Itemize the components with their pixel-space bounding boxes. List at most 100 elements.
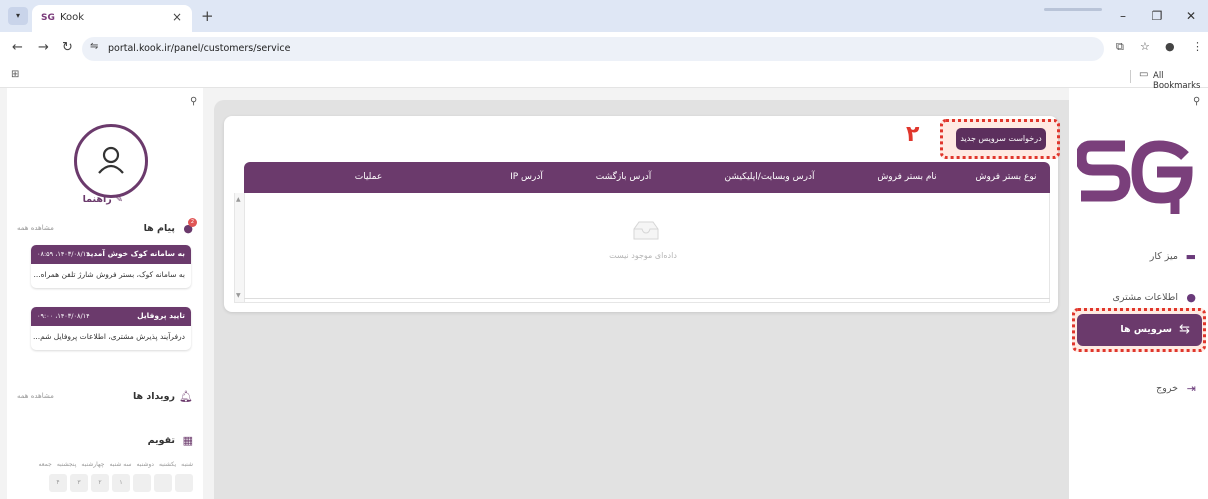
- back-icon[interactable]: ←: [12, 40, 23, 55]
- nav-item-logout[interactable]: ⇥ خروج: [1069, 374, 1208, 404]
- minimize-icon[interactable]: –: [1106, 0, 1140, 32]
- message-card[interactable]: تایید پروفایل ۱۴۰۳/۰۸/۱۴، ۰۹:۰۰ درفرآیند…: [31, 307, 191, 350]
- main-panel: ۲ درخواست سرویس جدید نوع بستر فروش نام ب…: [214, 100, 1069, 499]
- kook-logo: [1077, 140, 1193, 214]
- messages-header: ● 2 پیام ها مشاهده همه: [17, 218, 197, 238]
- weekday-label: یکشنبه: [158, 461, 177, 468]
- calendar-row: ۱ ۲ ۳ ۴: [49, 474, 193, 492]
- messages-see-all[interactable]: مشاهده همه: [17, 224, 54, 232]
- menu-dots-icon[interactable]: ⋮: [1192, 40, 1203, 53]
- browser-tab[interactable]: SG Kook ×: [32, 5, 192, 32]
- reload-icon[interactable]: ↻: [62, 40, 73, 55]
- weekday-label: چهارشنبه: [81, 461, 105, 468]
- close-icon[interactable]: ×: [172, 10, 182, 24]
- events-header: 🔔︎ رویداد ها مشاهده همه: [17, 390, 193, 406]
- weekday-label: جمعه: [38, 461, 52, 468]
- message-title: تایید پروفایل: [137, 311, 185, 320]
- site-info-icon[interactable]: ⇋: [90, 41, 98, 52]
- nav-item-dashboard[interactable]: ▬ میز کار: [1069, 242, 1208, 272]
- message-date: ۱۴۰۳/۰۸/۱۴، ۰۹:۰۰: [37, 312, 90, 320]
- events-see-all[interactable]: مشاهده همه: [17, 392, 54, 400]
- column-header[interactable]: آدرس بازگشت: [560, 162, 687, 193]
- calendar-icon: ▦: [182, 434, 193, 447]
- weekday-label: پنجشنبه: [56, 461, 77, 468]
- weekday-label: سه شنبه: [109, 461, 132, 468]
- messages-title: پیام ها: [143, 223, 175, 234]
- column-header[interactable]: آدرس وبسایت/اپلیکیشن: [687, 162, 852, 193]
- tab-menu-icon[interactable]: ▾: [8, 7, 28, 25]
- column-header[interactable]: آدرس IP: [493, 162, 560, 193]
- column-header[interactable]: نوع بستر فروش: [962, 162, 1050, 193]
- nav-label: اطلاعات مشتری: [1112, 292, 1178, 303]
- browser-tabbar: ▾ SG Kook × + – ❐ ✕: [0, 0, 1208, 32]
- logout-icon: ⇥: [1186, 382, 1196, 395]
- column-header[interactable]: نام بستر فروش: [852, 162, 962, 193]
- user-icon: [98, 146, 124, 174]
- dashboard-icon: ▬: [1185, 250, 1196, 263]
- events-title: رویداد ها: [132, 391, 175, 402]
- avatar[interactable]: [74, 124, 148, 198]
- chat-icon: ● 2: [183, 218, 197, 235]
- bell-icon: 🔔︎: [179, 390, 193, 403]
- message-body: درفرآیند پذیرش مشتری، اطلاعات پروفایل شم…: [32, 332, 185, 341]
- window-close-icon[interactable]: ✕: [1174, 0, 1208, 32]
- calendar-weekdays: شنبه یکشنبه دوشنبه سه شنبه چهارشنبه پنجش…: [39, 461, 193, 468]
- empty-state-text: داده‌ای موجود نیست: [609, 251, 677, 260]
- page: ⚲ ▬ میز کار ● اطلاعات مشتری ⇆ سرویس ها ⇥…: [0, 88, 1208, 499]
- calendar-day[interactable]: ۲: [91, 474, 109, 492]
- calendar-day[interactable]: ۱: [112, 474, 130, 492]
- tab-strip-indicator: [1044, 8, 1102, 11]
- empty-box-icon: [633, 221, 659, 240]
- calendar-day[interactable]: [133, 474, 151, 492]
- calendar-day[interactable]: [175, 474, 193, 492]
- calendar-day[interactable]: ۴: [49, 474, 67, 492]
- forward-icon[interactable]: →: [38, 40, 49, 55]
- cast-icon[interactable]: ⧉: [1116, 40, 1124, 54]
- guide-link[interactable]: ✎ راهنما: [83, 194, 123, 205]
- nav-label: خروج: [1156, 383, 1178, 394]
- browser-toolbar: ← → ↻ ⇋ portal.kook.ir/panel/customers/s…: [0, 32, 1208, 66]
- restore-icon[interactable]: ❐: [1140, 0, 1174, 32]
- calendar-header: ▦ تقویم: [17, 434, 193, 450]
- address-bar[interactable]: ⇋ portal.kook.ir/panel/customers/service: [82, 37, 1104, 61]
- nav-label: میز کار: [1149, 251, 1178, 262]
- table-scrollbar[interactable]: ▲ ▼: [235, 193, 245, 302]
- right-sidebar: ⚲ ▬ میز کار ● اطلاعات مشتری ⇆ سرویس ها ⇥…: [1069, 88, 1208, 499]
- star-icon[interactable]: ☆: [1140, 40, 1150, 53]
- table-header: نوع بستر فروش نام بستر فروش آدرس وبسایت/…: [244, 162, 1050, 193]
- new-service-request-button[interactable]: درخواست سرویس جدید: [956, 128, 1046, 150]
- calendar-day[interactable]: [154, 474, 172, 492]
- message-date: ۱۴۰۳/۰۸/۱۴، ۰۸:۵۹: [37, 250, 90, 258]
- pin-icon[interactable]: ⚲: [1193, 96, 1200, 107]
- message-card[interactable]: به سامانه کوک خوش آمدید ۱۴۰۳/۰۸/۱۴، ۰۸:۵…: [31, 245, 191, 288]
- extension-icon[interactable]: ●: [1165, 40, 1175, 53]
- url-text: portal.kook.ir/panel/customers/service: [108, 43, 291, 54]
- scroll-down-icon[interactable]: ▼: [236, 292, 241, 299]
- apps-icon[interactable]: ⊞: [11, 69, 19, 80]
- tab-title: Kook: [60, 12, 85, 23]
- weekday-label: دوشنبه: [136, 461, 154, 468]
- window-controls: – ❐ ✕: [1106, 0, 1208, 32]
- table-footer-line: [244, 298, 1050, 299]
- guide-icon: ✎: [111, 194, 123, 205]
- services-card: ۲ درخواست سرویس جدید نوع بستر فروش نام ب…: [224, 116, 1060, 312]
- calendar-title: تقویم: [147, 435, 175, 446]
- bookmarks-bar: ⊞ ▭ All Bookmarks: [0, 66, 1208, 91]
- messages-badge: 2: [188, 218, 197, 227]
- column-header: عملیات: [354, 172, 383, 182]
- nav-label: سرویس ها: [1120, 324, 1172, 335]
- new-tab-icon[interactable]: +: [201, 7, 214, 25]
- pin-icon[interactable]: ⚲: [190, 96, 197, 107]
- service-icon: ⇆: [1179, 322, 1190, 337]
- guide-label: راهنما: [82, 194, 112, 205]
- weekday-label: شنبه: [181, 461, 193, 468]
- message-title: به سامانه کوک خوش آمدید: [86, 249, 185, 258]
- left-sidebar: ⚲ ✎ راهنما ● 2 پیام ها مشاهده همه به ساما…: [7, 88, 203, 499]
- bookmarks-separator: [1130, 70, 1131, 83]
- message-body: به سامانه کوک، بستر فروش شارژ تلفن همراه…: [33, 270, 185, 279]
- calendar-day[interactable]: ۳: [70, 474, 88, 492]
- folder-icon: ▭: [1139, 69, 1149, 80]
- scroll-up-icon[interactable]: ▲: [236, 196, 241, 203]
- table-body: ▲ ▼ داده‌ای موجود نیست: [234, 193, 1050, 303]
- nav-item-services[interactable]: ⇆ سرویس ها: [1077, 314, 1202, 346]
